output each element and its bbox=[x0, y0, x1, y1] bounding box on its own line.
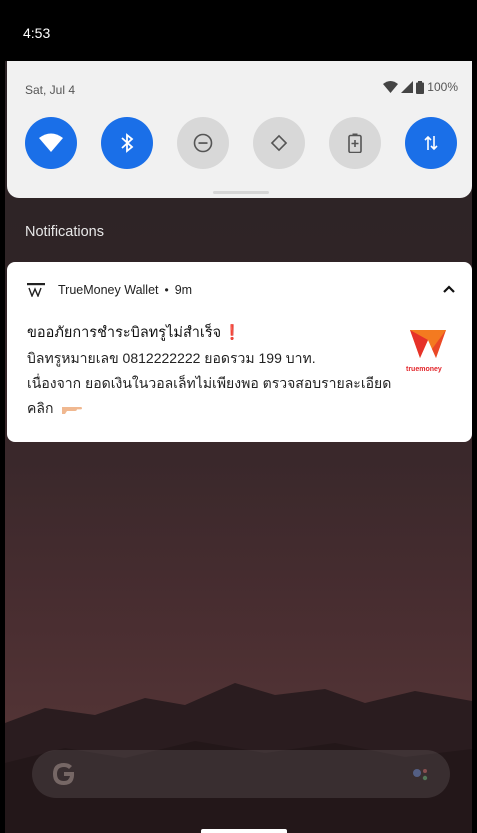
qs-date[interactable]: Sat, Jul 4 bbox=[25, 83, 75, 97]
notification-app-name: TrueMoney Wallet bbox=[58, 283, 159, 297]
notification-time: 9m bbox=[174, 283, 193, 297]
qs-drag-handle[interactable] bbox=[213, 191, 269, 194]
qs-status-icons: 100% bbox=[383, 80, 458, 94]
clock: 4:53 bbox=[23, 25, 51, 41]
truemoney-logo-icon bbox=[410, 330, 446, 358]
quick-settings-panel: Sat, Jul 4 100% bbox=[7, 61, 472, 198]
google-g-icon bbox=[53, 763, 75, 785]
wallpaper-mountains bbox=[5, 683, 472, 833]
battery-icon bbox=[416, 80, 425, 94]
status-bar: 4:53 bbox=[5, 5, 472, 61]
cell-signal-icon bbox=[401, 81, 414, 93]
qs-tiles-row bbox=[25, 117, 465, 169]
tile-bluetooth[interactable] bbox=[101, 117, 153, 169]
do-not-disturb-icon bbox=[193, 133, 213, 153]
notification-body-line-2: เนื่องจาก ยอดเงินในวอลเล็ทไม่เพียงพอ ตรว… bbox=[27, 375, 392, 391]
phone-screen: 4:53 Sat, Jul 4 100% Notifications TrueM… bbox=[5, 5, 472, 833]
notification-app-row: TrueMoney Wallet • 9m bbox=[27, 283, 192, 297]
exclamation-mark: ❗ bbox=[223, 325, 242, 341]
google-search-bar[interactable] bbox=[32, 750, 450, 798]
notification-body: บิลทรูหมายเลข 0812222222 ยอดรวม 199 บาท.… bbox=[27, 346, 457, 421]
wifi-signal-icon bbox=[383, 81, 399, 93]
mobile-data-icon bbox=[424, 135, 438, 151]
notifications-header: Notifications bbox=[25, 224, 104, 240]
collapse-chevron-icon[interactable] bbox=[440, 280, 458, 298]
truemoney-logo: truemoney bbox=[406, 328, 454, 373]
notification-card[interactable]: TrueMoney Wallet • 9m ขออภัยการชำระบิลทร… bbox=[7, 262, 472, 442]
bluetooth-icon bbox=[121, 133, 134, 153]
tile-wifi[interactable] bbox=[25, 117, 77, 169]
battery-percent: 100% bbox=[427, 80, 458, 94]
truemoney-logo-caption: truemoney bbox=[406, 366, 442, 373]
battery-saver-icon bbox=[348, 133, 362, 153]
tile-do-not-disturb[interactable] bbox=[177, 117, 229, 169]
tile-battery-saver[interactable] bbox=[329, 117, 381, 169]
notification-title: ขออภัยการชำระบิลทรูไม่สำเร็จ bbox=[27, 325, 222, 341]
wifi-icon bbox=[39, 133, 63, 152]
notification-title-row: ขออภัยการชำระบิลทรูไม่สำเร็จ ❗ bbox=[27, 321, 241, 344]
home-gesture-pill[interactable] bbox=[201, 829, 287, 833]
notification-body-line-3-row: คลิก bbox=[27, 396, 457, 421]
truemoney-small-icon bbox=[27, 283, 45, 297]
pointing-hand-icon bbox=[62, 407, 83, 415]
tile-auto-rotate[interactable] bbox=[253, 117, 305, 169]
notification-body-line-1: บิลทรูหมายเลข 0812222222 ยอดรวม 199 บาท. bbox=[27, 350, 316, 366]
google-assistant-icon[interactable] bbox=[410, 764, 432, 786]
notification-separator: • bbox=[164, 283, 169, 297]
notification-body-line-3: คลิก bbox=[27, 400, 54, 416]
tile-mobile-data[interactable] bbox=[405, 117, 457, 169]
auto-rotate-icon bbox=[270, 134, 288, 152]
